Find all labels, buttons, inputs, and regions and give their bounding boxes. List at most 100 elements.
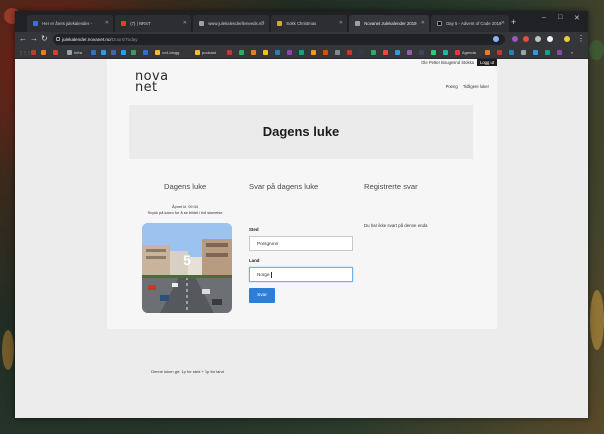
bookmark-item[interactable]	[383, 50, 390, 56]
browser-window: Her er årets julekalender - ✕ (7) | NRST…	[15, 11, 588, 418]
close-icon[interactable]: ✕	[105, 15, 109, 32]
tab-favicon-icon	[437, 21, 442, 27]
bookmark-item[interactable]	[227, 50, 234, 56]
extension-icon[interactable]	[523, 36, 529, 42]
bookmark-item[interactable]	[323, 50, 330, 56]
bookmark-agenda[interactable]: Agenda	[455, 50, 476, 56]
bookmark-item[interactable]	[521, 50, 528, 56]
tab-sokk-christmas[interactable]: Sokk Christmas ✕	[271, 15, 347, 32]
extension-icon[interactable]	[547, 36, 553, 42]
bookmark-icon	[455, 50, 460, 56]
tab-julekalender[interactable]: Her er årets julekalender - ✕	[27, 15, 113, 32]
bookmark-vz4-blogg[interactable]: vz4-blogg	[155, 50, 179, 56]
bookmark-icon	[53, 50, 58, 56]
bookmark-item[interactable]	[545, 50, 552, 56]
new-tab-icon[interactable]: +	[511, 16, 516, 28]
tab-label: Her er årets julekalender -	[42, 21, 92, 26]
bookmark-item[interactable]	[31, 50, 38, 56]
bookmark-label: Infra	[74, 50, 83, 55]
extension-icon[interactable]	[535, 36, 541, 42]
place-field[interactable]: Porsgrunn	[249, 236, 353, 251]
bookmark-item[interactable]	[299, 50, 306, 56]
bookmark-icon	[395, 50, 400, 56]
minimize-icon[interactable]: –	[542, 14, 546, 21]
bookmark-item[interactable]	[311, 50, 318, 56]
bookmark-item[interactable]	[347, 50, 354, 56]
door-image[interactable]: 5	[142, 223, 232, 313]
bookmark-item[interactable]	[359, 50, 366, 56]
country-value: Norge	[257, 272, 270, 277]
bookmark-item[interactable]	[53, 50, 60, 56]
bookmark-item[interactable]	[419, 50, 426, 56]
extension-icon[interactable]	[512, 36, 518, 42]
more-bookmarks-icon[interactable]: »	[571, 50, 573, 56]
bookmark-item[interactable]	[497, 50, 504, 56]
bookmark-icon	[239, 50, 244, 56]
tab-nrst[interactable]: (7) | NRST ✕	[115, 15, 191, 32]
close-window-icon[interactable]: ✕	[574, 14, 580, 22]
bookmark-icon	[41, 50, 46, 56]
bookmark-podcast[interactable]: podcast	[195, 50, 216, 56]
maximize-icon[interactable]: □	[558, 14, 562, 21]
bookmark-item[interactable]	[251, 50, 258, 56]
bookmark-icon	[275, 50, 280, 56]
logout-button[interactable]: Logg ut	[477, 59, 497, 66]
bookmark-item[interactable]	[121, 50, 128, 56]
country-field[interactable]: Norge	[249, 267, 353, 282]
novanet-logo[interactable]: nova net	[135, 70, 168, 94]
bookmark-item[interactable]	[509, 50, 516, 56]
bookmark-item[interactable]	[335, 50, 342, 56]
bookmark-item[interactable]	[431, 50, 438, 56]
forward-icon[interactable]: →	[30, 34, 38, 44]
back-icon[interactable]: ←	[19, 34, 27, 44]
tab-bar: Her er årets julekalender - ✕ (7) | NRST…	[15, 11, 588, 32]
close-icon[interactable]: ✕	[421, 15, 425, 32]
bookmark-item[interactable]	[275, 50, 282, 56]
bookmark-item[interactable]	[287, 50, 294, 56]
close-icon[interactable]: ✕	[183, 15, 187, 32]
bookmark-icon	[485, 50, 490, 56]
tab-label: www.julekalenderlieneeds.no	[208, 21, 264, 26]
bookmark-item[interactable]	[143, 50, 150, 56]
bookmark-icon	[407, 50, 412, 56]
bookmark-item[interactable]	[101, 50, 108, 56]
tab-favicon-icon	[199, 21, 204, 27]
page-viewport: nova net Ole Petter Bougesnd Stokka Logg …	[15, 59, 588, 418]
bookmark-icon	[311, 50, 316, 56]
bookmark-item[interactable]	[111, 50, 118, 56]
tab-advent-of-code[interactable]: Day 5 - Advent of Code 2019 ✕	[431, 15, 509, 32]
bookmark-item[interactable]	[371, 50, 378, 56]
menu-item-tidligere-luker[interactable]: Tidligere luker	[463, 84, 489, 89]
bookmark-item[interactable]	[41, 50, 48, 56]
tab-julekalender-needs[interactable]: www.julekalenderlieneeds.no ✕	[193, 15, 269, 32]
bookmark-item[interactable]	[485, 50, 492, 56]
bookmark-item[interactable]	[557, 50, 564, 56]
bookmark-item[interactable]	[533, 50, 540, 56]
bookmark-icon	[533, 50, 538, 56]
submit-button[interactable]: Svar	[249, 288, 275, 303]
bookmark-item[interactable]	[91, 50, 98, 56]
tab-novanet[interactable]: Novanet Julekalender 2019 ✕	[349, 15, 429, 32]
folder-icon	[67, 50, 72, 56]
page-title: Dagens luke	[262, 124, 340, 139]
reload-icon[interactable]: ↻	[41, 34, 48, 44]
bookmark-infra[interactable]: Infra	[67, 50, 82, 56]
menu-icon[interactable]: ⋮	[577, 34, 585, 44]
star-icon[interactable]	[493, 36, 499, 42]
close-icon[interactable]: ✕	[261, 15, 265, 32]
avatar[interactable]	[564, 36, 570, 42]
bookmark-item[interactable]	[395, 50, 402, 56]
apps-icon[interactable]: ⋮⋮⋮	[19, 50, 31, 56]
bookmark-item[interactable]	[407, 50, 414, 56]
close-icon[interactable]: ✕	[501, 15, 505, 32]
door-meta: Åpnet kl. 09:34 Svykk på luken for å se …	[135, 204, 235, 215]
bookmark-icon	[521, 50, 526, 56]
address-bar[interactable]: julekalender.novanet.no/Doors/Today	[53, 34, 505, 45]
bookmark-item[interactable]	[443, 50, 450, 56]
menu-item-poeng[interactable]: Poeng	[446, 84, 458, 89]
bookmark-item[interactable]	[263, 50, 270, 56]
bookmark-icon	[371, 50, 376, 56]
close-icon[interactable]: ✕	[339, 15, 343, 32]
bookmark-item[interactable]	[239, 50, 246, 56]
bookmark-item[interactable]	[131, 50, 138, 56]
